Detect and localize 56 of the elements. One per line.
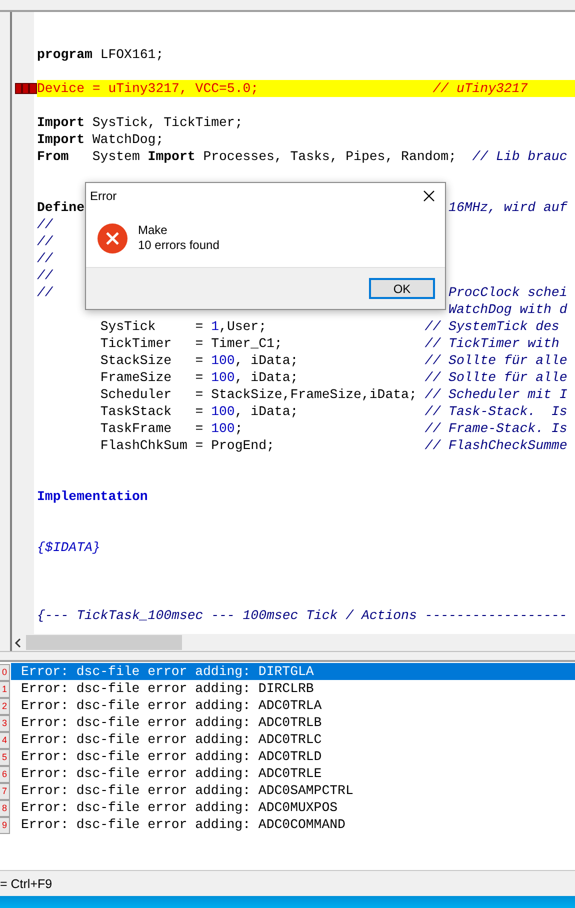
message-row[interactable]: Error: dsc-file error adding: ADC0TRLE [11,765,575,782]
message-index: 7 [0,783,10,800]
code-text: Define [37,200,84,215]
code-text: Implementation [37,489,148,504]
message-row[interactable]: Error: dsc-file error adding: ADC0TRLA [11,697,575,714]
code-text: // [37,251,53,266]
code-text: FlashChkSum = ProgEnd; // FlashCheckSumme [100,438,568,453]
error-marker-icon [15,83,37,94]
code-text: From System Import Processes, Tasks, Pipes, Random; // Lib brauc [37,149,568,164]
code-text: SysTick = 1,User; // SystemTick des [100,319,560,334]
message-row[interactable]: Error: dsc-file error adding: ADC0TRLD [11,748,575,765]
code-text: Scheduler = StackSize,FrameSize,iData; // Scheduler mit I [100,387,568,402]
code-text: Import SysTick, TickTimer; [37,115,243,130]
code-text: 16MHz, wird auf [448,200,568,215]
code-text: FrameSize = 100, iData; // Sollte für alle [100,370,568,385]
code-text: TaskFrame = 100; // Frame-Stack. Is [100,421,568,436]
code-text: // [37,285,53,300]
code-text: Import WatchDog; [37,132,164,147]
message-index: 3 [0,715,10,732]
message-row[interactable]: Error: dsc-file error adding: ADC0MUXPOS [11,799,575,816]
message-row[interactable]: Error: dsc-file error adding: ADC0SAMPCTRL [11,782,575,799]
message-index: 0 [0,664,10,681]
code-text: // [37,217,53,232]
code-text: // [37,234,53,249]
code-text: program LFOX161; [37,47,164,62]
message-index: 4 [0,732,10,749]
ok-button[interactable]: OK [369,278,435,299]
message-row[interactable]: Error: dsc-file error adding: ADC0TRLB [11,714,575,731]
code-text: StackSize = 100, iData; // Sollte für alle [100,353,568,368]
scroll-left-icon[interactable] [14,638,22,648]
message-index: 1 [0,681,10,698]
dialog-heading: Make [138,223,168,238]
message-row[interactable]: Error: dsc-file error adding: DIRTGLA [11,663,575,680]
message-row[interactable]: Error: dsc-file error adding: ADC0TRLC [11,731,575,748]
code-text: Device = uTiny3217, VCC=5.0; // uTiny3217 [37,81,528,96]
close-icon[interactable] [423,190,435,202]
code-text: ProcClock schei [448,285,568,300]
code-text: TickTimer = Timer_C1; // TickTimer with [100,336,560,351]
dialog-message: 10 errors found [138,238,220,253]
status-text: = Ctrl+F9 [0,876,52,890]
message-index: 5 [0,749,10,766]
horizontal-scrollbar[interactable] [12,634,575,651]
code-text: TaskStack = 100, iData; // Task-Stack. Is [100,404,568,419]
code-text: {--- TickTask_100msec --- 100msec Tick / Actions ------------------ [37,608,568,623]
message-index: 9 [0,817,10,834]
dialog-title: Error [90,189,117,203]
scrollbar-thumb[interactable] [26,635,182,650]
error-icon [97,222,128,254]
code-text: WatchDog with d [448,302,568,317]
message-row[interactable]: Error: dsc-file error adding: ADC0COMMAND [11,816,575,833]
message-index: 2 [0,698,10,715]
message-index: 8 [0,800,10,817]
message-index: 6 [0,766,10,783]
code-text: // [37,268,53,283]
message-row[interactable]: Error: dsc-file error adding: DIRCLRB [11,680,575,697]
code-text: {$IDATA} [37,540,100,555]
